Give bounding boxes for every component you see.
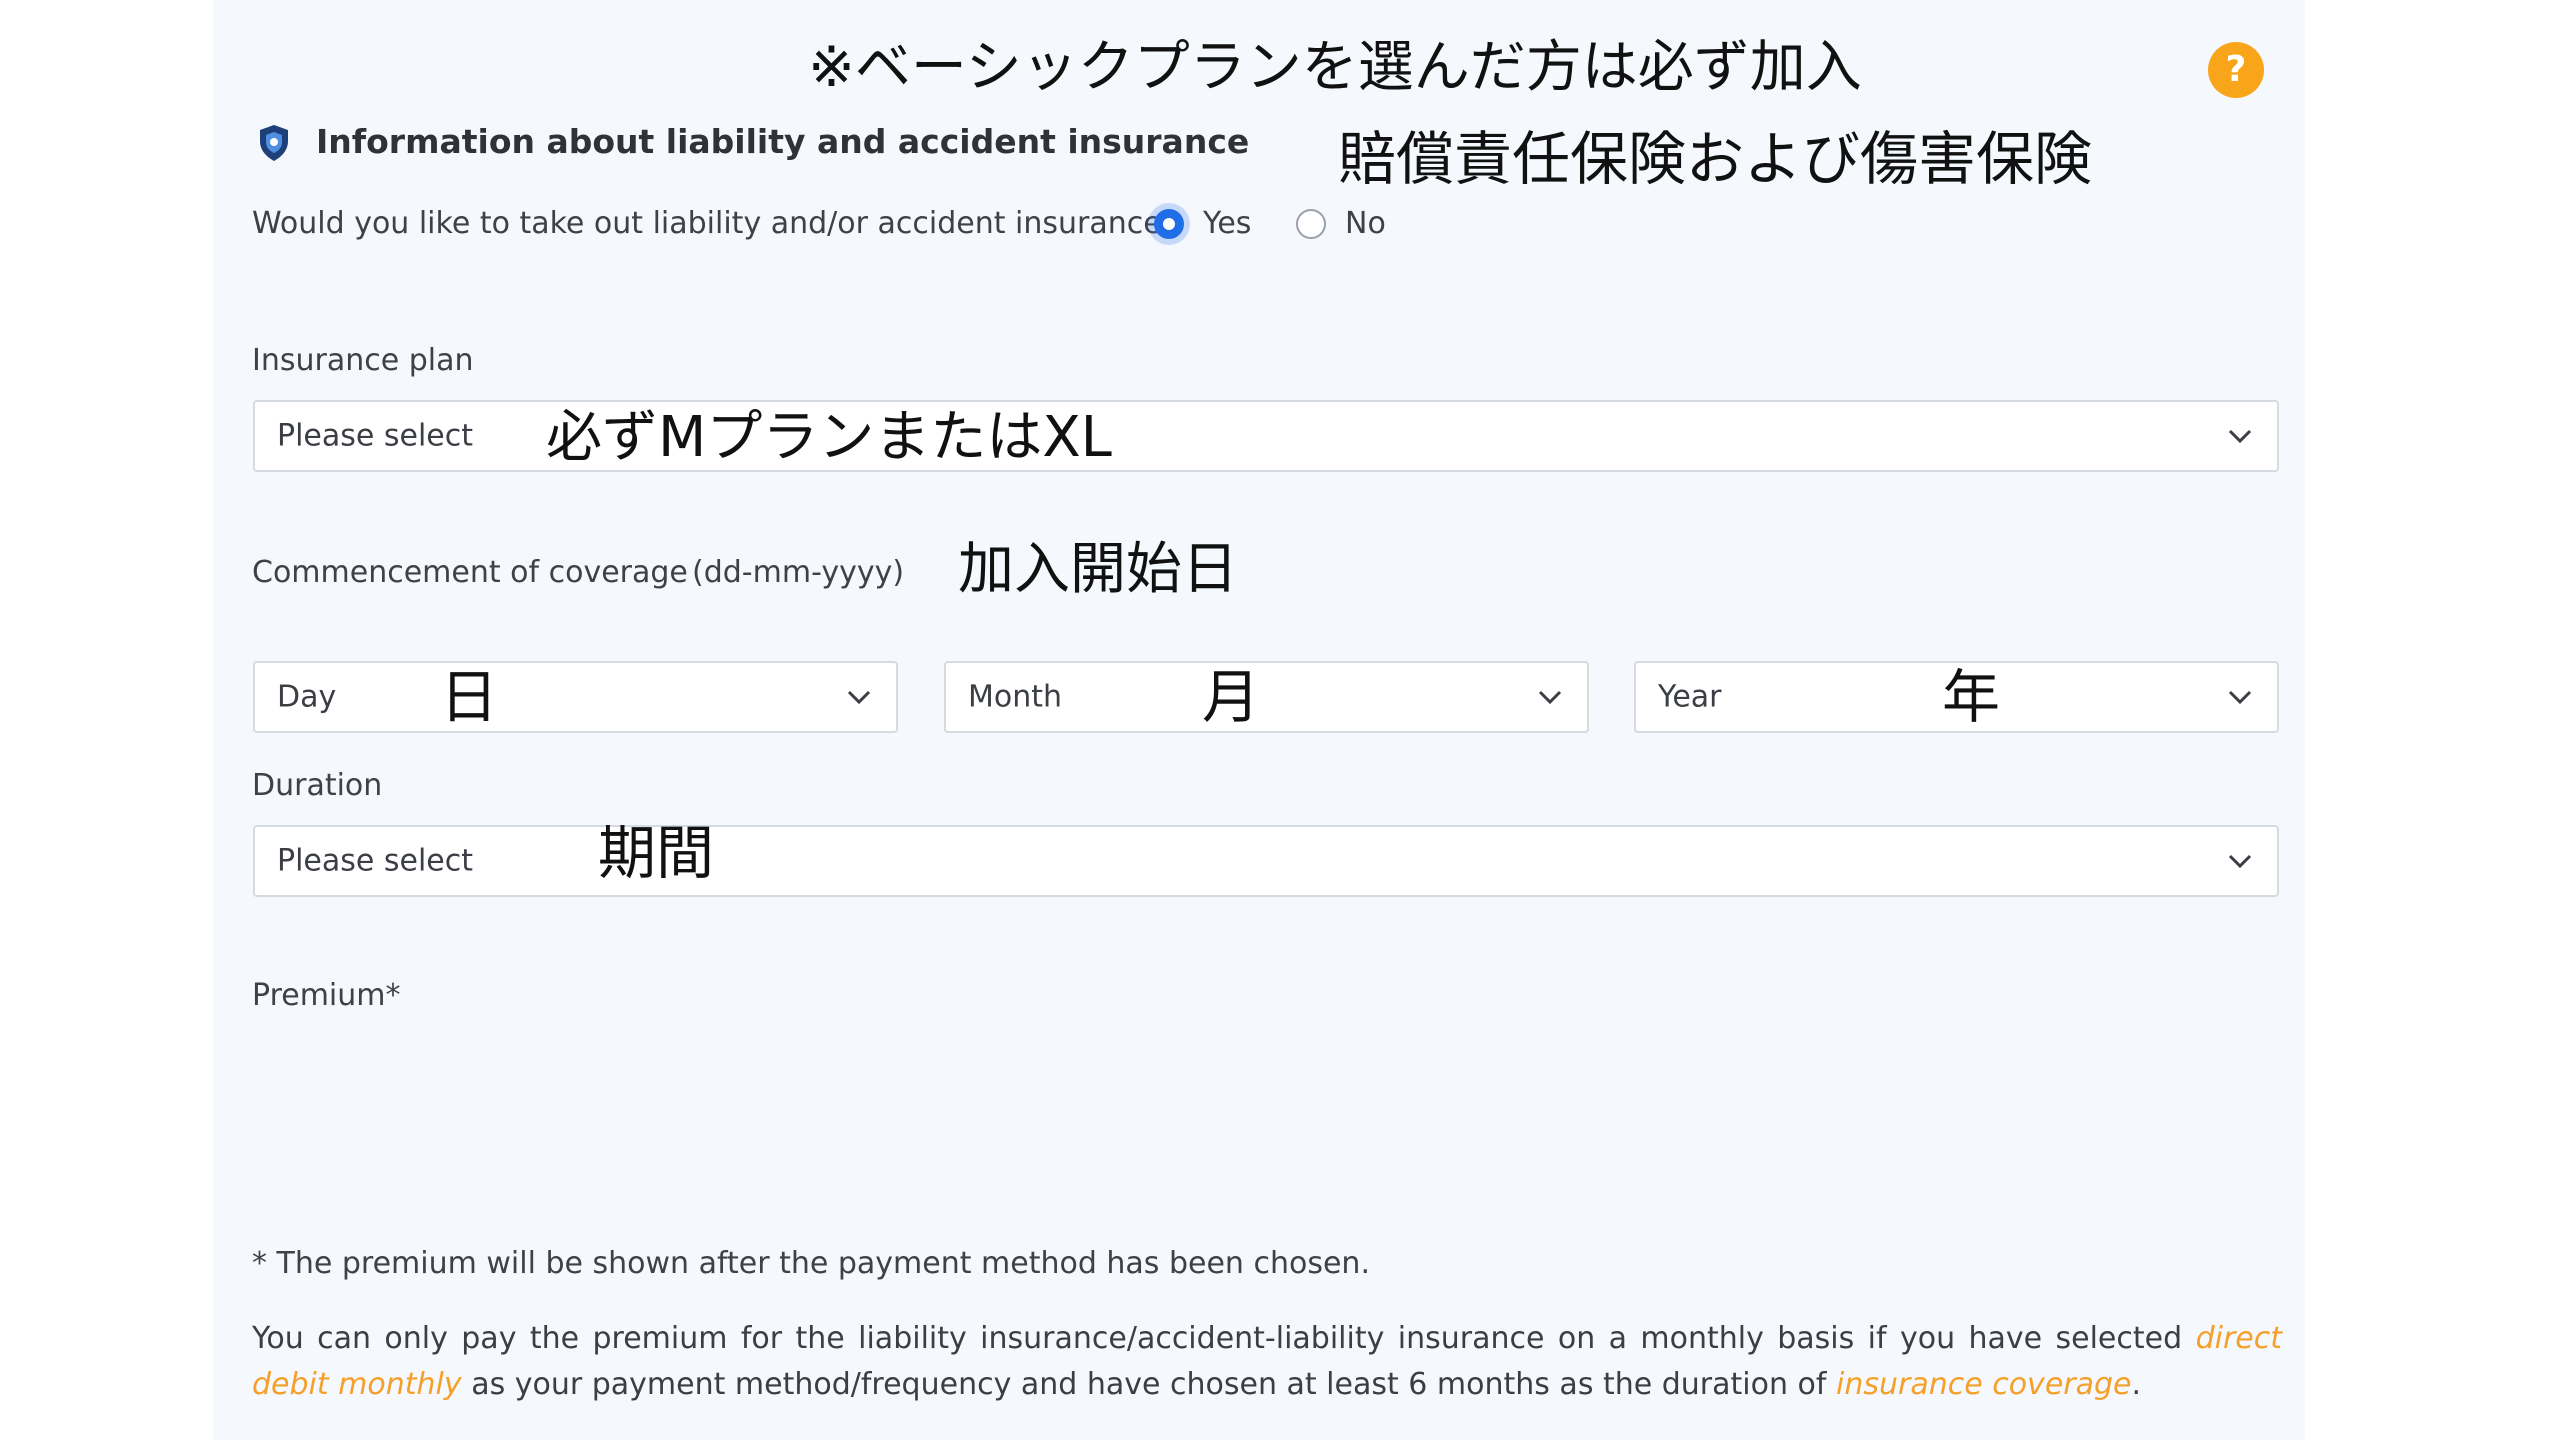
question-icon: ? [2225,49,2247,90]
section-annotation: 賠償責任保険および傷害保険 [1338,125,2093,193]
day-annotation: 日 [440,663,499,731]
insurance-coverage-link[interactable]: insurance coverage [1836,1367,2132,1402]
screenshot-stage: ※ベーシックプランを選んだ方は必ず加入 ? Information about … [0,0,2560,1440]
radio-no[interactable] [1296,209,1326,239]
section-title: Information about liability and accident… [316,122,1250,161]
date-format-hint: (dd-mm-yyyy) [692,555,905,590]
insurance-plan-value: Please select [277,418,474,454]
chevron-down-icon [2228,854,2252,869]
day-value: Day [277,679,337,715]
year-annotation: 年 [1942,663,2001,731]
insurance-question: Would you like to take out liability and… [252,206,1178,241]
radio-yes-label[interactable]: Yes [1203,206,1251,241]
shield-icon [258,124,290,162]
payment-info-text-1: You can only pay the premium for the lia… [252,1321,2183,1356]
help-button[interactable]: ? [2208,42,2264,98]
commencement-label: Commencement of coverage [252,555,688,590]
radio-no-label[interactable]: No [1345,206,1386,241]
year-value: Year [1658,679,1722,715]
duration-select[interactable]: Please select [253,825,2279,897]
insurance-plan-label: Insurance plan [252,343,474,378]
duration-annotation: 期間 [598,819,715,887]
month-annotation: 月 [1202,663,1261,731]
top-annotation: ※ベーシックプランを選んだ方は必ず加入 [808,35,1862,100]
radio-yes[interactable] [1154,209,1184,239]
chevron-down-icon [2228,429,2252,444]
payment-info-text-2: as your payment method/frequency and hav… [471,1367,1827,1402]
premium-footnote: * The premium will be shown after the pa… [252,1246,1370,1281]
payment-info-paragraph: You can only pay the premium for the lia… [252,1316,2282,1408]
chevron-down-icon [2228,690,2252,705]
month-value: Month [968,679,1063,715]
payment-info-text-3: . [2131,1367,2142,1402]
duration-value: Please select [277,843,474,879]
premium-label: Premium* [252,978,401,1013]
commencement-annotation: 加入開始日 [958,537,1238,602]
chevron-down-icon [1538,690,1562,705]
day-select[interactable]: Day [253,661,898,733]
plan-annotation: 必ずMプランまたはXL [546,405,1112,470]
month-select[interactable]: Month [944,661,1589,733]
duration-label: Duration [252,768,383,803]
chevron-down-icon [847,690,871,705]
